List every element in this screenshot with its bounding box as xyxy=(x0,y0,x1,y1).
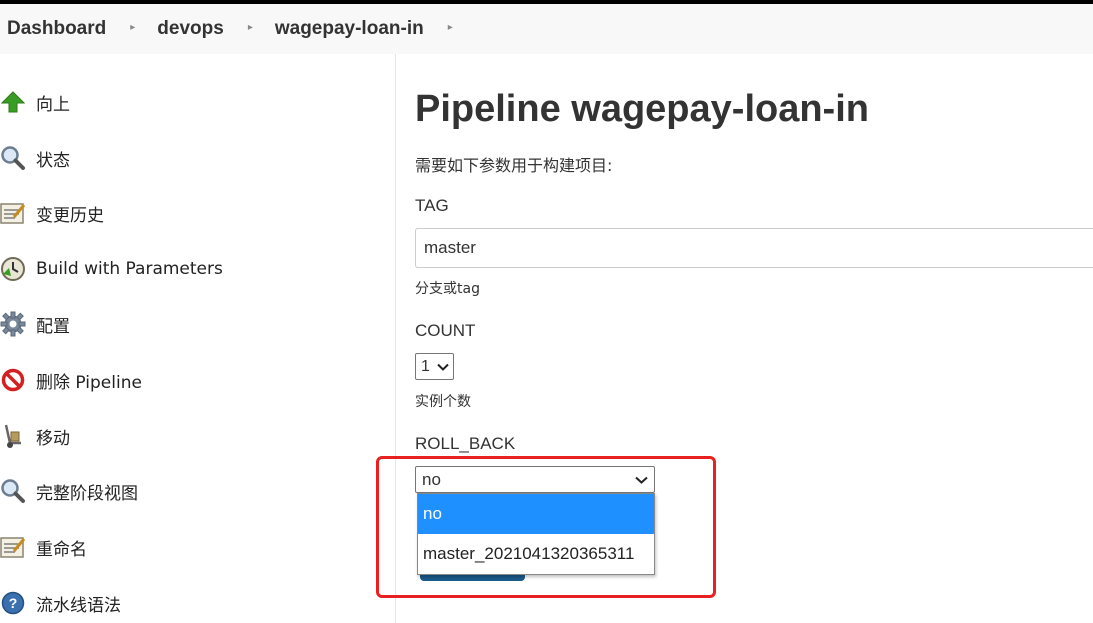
sidebar-item-up[interactable]: 向上 xyxy=(0,86,70,118)
sidebar-item-label: 重命名 xyxy=(36,539,87,560)
breadcrumb-dashboard[interactable]: Dashboard xyxy=(7,18,106,40)
breadcrumb-separator-icon[interactable]: ▸ xyxy=(248,22,253,33)
count-select[interactable]: 1 xyxy=(415,353,454,380)
sidebar-item-configure[interactable]: 配置 xyxy=(0,308,70,340)
gear-icon xyxy=(0,311,26,337)
hand-truck-icon xyxy=(0,423,26,449)
sidebar-item-label: 流水线语法 xyxy=(36,595,121,616)
sidebar-item-label: 配置 xyxy=(36,316,70,337)
sidebar-item-move[interactable]: 移动 xyxy=(0,420,70,452)
sidebar-item-delete[interactable]: 删除 Pipeline xyxy=(0,364,142,396)
breadcrumb-devops[interactable]: devops xyxy=(157,18,224,40)
clock-icon xyxy=(0,256,26,282)
param-hint-count: 实例个数 xyxy=(415,394,471,410)
red-highlight-box xyxy=(376,456,716,598)
sidebar-item-label: 删除 Pipeline xyxy=(36,372,142,393)
notepad-icon xyxy=(0,534,26,560)
param-label-tag: TAG xyxy=(415,196,449,215)
chevron-down-icon xyxy=(437,363,449,371)
svg-text:?: ? xyxy=(9,595,18,611)
count-select-value: 1 xyxy=(421,357,430,375)
param-hint-tag: 分支或tag xyxy=(415,281,480,297)
magnifier-icon xyxy=(0,478,26,504)
up-arrow-icon xyxy=(0,89,26,115)
sidebar-item-build-with-parameters[interactable]: Build with Parameters xyxy=(0,253,223,285)
param-label-roll-back: ROLL_BACK xyxy=(415,434,516,453)
breadcrumb-separator-icon[interactable]: ▸ xyxy=(448,22,453,33)
breadcrumb-separator-icon[interactable]: ▸ xyxy=(130,22,135,33)
page-title: Pipeline wagepay-loan-in xyxy=(415,88,869,130)
sidebar: 向上 状态 变更历史 Build with Parameters 配置 删除 P… xyxy=(0,54,396,623)
sidebar-item-label: 移动 xyxy=(36,428,70,449)
sidebar-item-pipeline-syntax[interactable]: ? 流水线语法 xyxy=(0,587,121,619)
tag-input[interactable] xyxy=(415,228,1093,268)
sidebar-item-label: 完整阶段视图 xyxy=(36,483,138,504)
notepad-icon xyxy=(0,200,26,226)
magnifier-icon xyxy=(0,145,26,171)
sidebar-item-label: 状态 xyxy=(36,150,70,171)
help-icon: ? xyxy=(0,590,26,616)
breadcrumb: Dashboard ▸ devops ▸ wagepay-loan-in ▸ xyxy=(0,4,1093,54)
breadcrumb-job[interactable]: wagepay-loan-in xyxy=(275,18,424,40)
sidebar-item-changes[interactable]: 变更历史 xyxy=(0,197,104,229)
sidebar-item-full-stage-view[interactable]: 完整阶段视图 xyxy=(0,475,138,507)
page-description: 需要如下参数用于构建项目: xyxy=(415,156,613,175)
sidebar-item-rename[interactable]: 重命名 xyxy=(0,531,87,563)
sidebar-item-label: 向上 xyxy=(36,94,70,115)
param-label-count: COUNT xyxy=(415,321,476,340)
sidebar-item-label: Build with Parameters xyxy=(36,259,223,279)
no-entry-icon xyxy=(0,367,26,393)
sidebar-item-status[interactable]: 状态 xyxy=(0,142,70,174)
sidebar-item-label: 变更历史 xyxy=(36,205,104,226)
